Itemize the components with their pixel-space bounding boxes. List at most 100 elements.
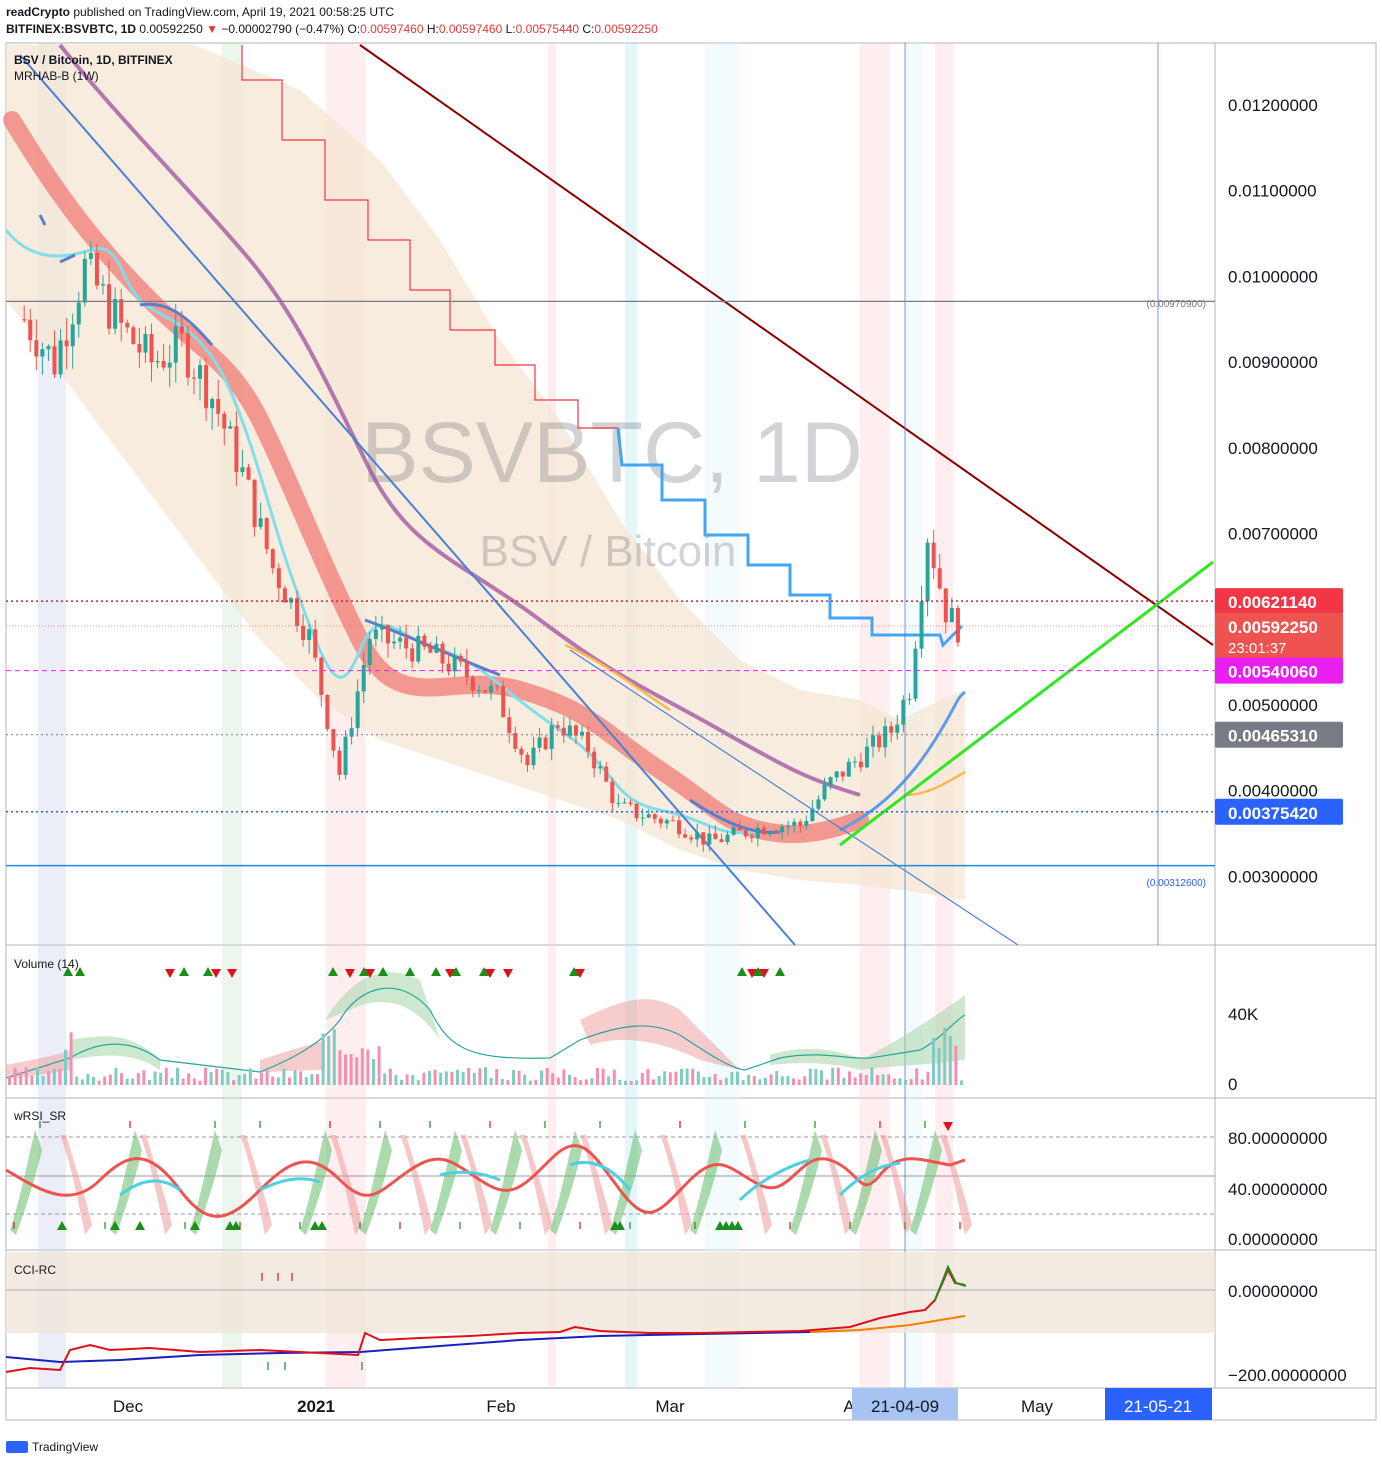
candle-body — [913, 648, 918, 699]
candle-body — [355, 691, 360, 729]
candle-body — [658, 818, 663, 824]
volume-bar — [948, 1036, 952, 1085]
candle-body — [101, 284, 106, 286]
price-tag-value: 0.00375420 — [1228, 804, 1318, 823]
volume-bar — [265, 1070, 269, 1085]
volume-bar — [108, 1074, 112, 1085]
candle-body — [398, 637, 403, 642]
volume-bar — [506, 1080, 510, 1085]
volume-bar — [685, 1068, 689, 1085]
wrsi-wave — [400, 1135, 432, 1235]
cci-tick-0: 0.00000000 — [1228, 1282, 1318, 1301]
volume-bar — [747, 1074, 751, 1085]
candle-body — [404, 637, 409, 649]
candle-body — [804, 821, 809, 826]
candle-body — [392, 641, 397, 644]
candle-body — [319, 657, 324, 696]
candle-body — [822, 784, 827, 800]
volume-bar — [780, 1076, 784, 1085]
candle-body — [70, 324, 75, 347]
volume-bar — [170, 1077, 174, 1085]
volume-bar — [932, 1037, 935, 1085]
candle-body — [270, 549, 275, 569]
price-tag-countdown: 23:01:37 — [1228, 640, 1286, 657]
candle-body — [943, 588, 948, 623]
volume-bar — [803, 1076, 807, 1085]
candle-body — [689, 837, 694, 840]
volume-bar — [528, 1080, 532, 1085]
x-highlight-date-1: 21-04-09 — [871, 1397, 939, 1416]
volume-bar — [215, 1068, 219, 1085]
candle-body — [246, 467, 251, 480]
candle-body — [598, 766, 603, 769]
candle-body — [295, 598, 300, 626]
candle-body — [58, 340, 63, 375]
volume-bar — [293, 1070, 297, 1085]
candle-body — [877, 735, 882, 748]
volume-bar — [545, 1067, 549, 1085]
volume-bar — [825, 1079, 829, 1085]
tradingview-logo[interactable]: TradingView — [6, 1440, 98, 1454]
candle-body — [683, 834, 688, 838]
x-label-feb: Feb — [486, 1397, 515, 1416]
price-tick: 0.00500000 — [1228, 696, 1318, 715]
candle-body — [749, 836, 754, 839]
candle-body — [167, 362, 172, 368]
time-axis[interactable]: Dec 2021 Feb Mar A May 21-04-09 21-05-21 — [113, 1388, 1212, 1420]
volume-bar — [736, 1071, 739, 1085]
wrsi-wave — [190, 1130, 222, 1235]
x-label-2021: 2021 — [297, 1397, 335, 1416]
volume-bar — [120, 1073, 123, 1085]
volume-bar — [30, 1075, 34, 1085]
volume-bar — [635, 1080, 639, 1085]
volume-bar — [624, 1080, 627, 1085]
candle-body — [834, 771, 839, 778]
candle-body — [113, 299, 118, 329]
chart-canvas[interactable]: BSVBTC, 1D BSV / Bitcoin BSV / Bitcoin, … — [0, 0, 1382, 1467]
volume-bar — [248, 1068, 252, 1085]
candle-body — [373, 629, 378, 639]
volume-bar — [713, 1073, 717, 1085]
price-axis[interactable]: 0.01200000 0.01100000 0.01000000 0.00900000… — [1228, 96, 1318, 886]
candle-body — [434, 643, 439, 653]
candle-body — [464, 661, 469, 678]
volume-bar — [859, 1073, 863, 1085]
volume-bar — [691, 1068, 695, 1085]
trendline-green — [839, 560, 1214, 847]
candle-body — [828, 777, 833, 785]
volume-bar — [848, 1071, 851, 1085]
volume-bar — [80, 1079, 84, 1085]
candle-body — [670, 820, 675, 822]
candle-body — [622, 802, 627, 804]
volume-bar — [344, 1054, 347, 1085]
volume-bar — [612, 1069, 616, 1085]
candle-body — [495, 685, 500, 687]
candle-body — [731, 827, 736, 835]
candle-body — [143, 334, 148, 353]
cci-tick-minus200: −200.00000000 — [1228, 1366, 1347, 1385]
candle-body — [470, 677, 475, 691]
volume-bar — [668, 1072, 672, 1085]
candle-body — [513, 733, 518, 749]
volume-bar — [136, 1073, 140, 1085]
candle-body — [185, 333, 190, 378]
volume-bar — [254, 1078, 258, 1085]
volume-bar — [355, 1057, 359, 1085]
wrsi-wave — [490, 1130, 522, 1235]
volume-bar — [534, 1079, 538, 1085]
wrsi-tick-0: 0.00000000 — [1228, 1230, 1318, 1249]
volume-bar — [433, 1069, 437, 1085]
volume-bar — [523, 1074, 527, 1085]
volume-bar — [556, 1077, 560, 1085]
volume-bar — [640, 1072, 644, 1085]
volume-bar — [159, 1072, 163, 1085]
candle-body — [28, 319, 33, 341]
candle-body — [537, 737, 542, 748]
candle-body — [179, 326, 184, 334]
volume-bar — [192, 1078, 196, 1085]
candle-body — [858, 761, 863, 768]
volume-bar — [232, 1080, 235, 1085]
candle-body — [301, 625, 306, 640]
candle-body — [82, 258, 87, 303]
candle-body — [737, 827, 742, 831]
